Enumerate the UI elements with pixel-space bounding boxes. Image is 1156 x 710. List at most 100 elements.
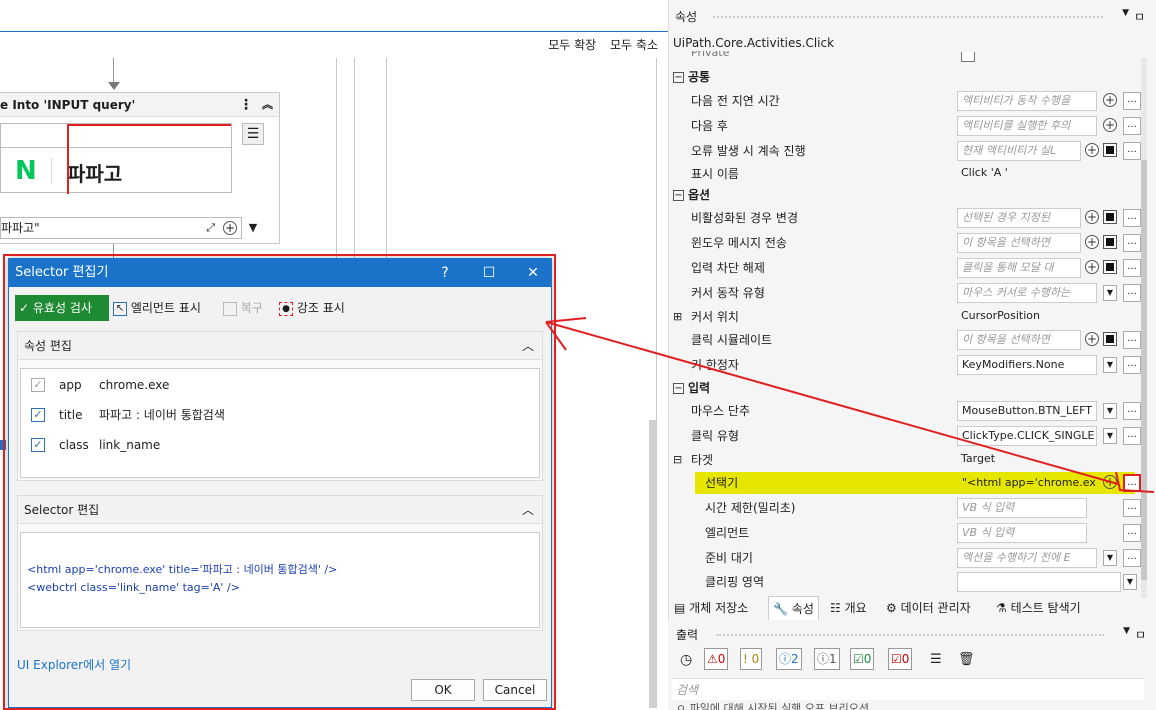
section-options[interactable]: − 옵션 bbox=[673, 184, 710, 206]
property-row-selector[interactable]: 선택기 "<html app='chrome.ex +... bbox=[673, 471, 1141, 495]
attribute-checkbox[interactable]: ✓ bbox=[31, 438, 45, 452]
ellipsis-button[interactable]: ... bbox=[1123, 234, 1141, 252]
property-row[interactable]: 다음 후 액티비티를 실행한 후의 +... bbox=[673, 114, 1141, 138]
property-value[interactable]: 액티비티를 실행한 후의 bbox=[957, 116, 1097, 136]
ui-explorer-link[interactable]: UI Explorer에서 열기 bbox=[17, 656, 131, 673]
private-checkbox[interactable] bbox=[961, 52, 975, 62]
dropdown-icon[interactable]: ▼ bbox=[1103, 550, 1117, 566]
plus-icon[interactable]: + bbox=[1085, 143, 1099, 157]
dropdown-icon[interactable]: ▼ bbox=[1103, 285, 1117, 301]
dropdown-icon[interactable]: ▼ bbox=[1123, 574, 1137, 590]
property-value[interactable]: Target bbox=[957, 450, 1097, 470]
ellipsis-button[interactable]: ... bbox=[1123, 209, 1141, 227]
dropdown-icon[interactable]: ▼ bbox=[242, 217, 264, 239]
plus-icon[interactable]: + bbox=[1085, 332, 1099, 346]
attribute-editor-header[interactable]: 속성 편집 ︿ bbox=[18, 332, 542, 360]
property-row[interactable]: 클리핑 영역 ▼ bbox=[673, 570, 1137, 594]
chevron-up-icon[interactable]: ︿ bbox=[522, 332, 534, 360]
dropdown-icon[interactable]: ▼ bbox=[1123, 626, 1130, 636]
ellipsis-button[interactable]: ... bbox=[1123, 142, 1141, 160]
repair-button[interactable]: 복구 bbox=[223, 295, 273, 321]
close-icon[interactable]: ✕ bbox=[513, 259, 553, 287]
property-value[interactable]: 이 항목을 선택하면 bbox=[957, 233, 1081, 253]
property-row[interactable]: 표시 이름 Click 'A ' bbox=[673, 162, 1137, 186]
attribute-checkbox[interactable]: ✓ bbox=[31, 378, 45, 392]
ellipsis-button[interactable]: ... bbox=[1123, 331, 1141, 349]
plus-icon[interactable]: + bbox=[1103, 93, 1117, 107]
trash-icon[interactable]: 🗑 bbox=[958, 652, 975, 667]
ellipsis-button[interactable]: ... bbox=[1123, 92, 1141, 110]
property-row[interactable]: 마우스 단추 MouseButton.BTN_LEFT ▼... bbox=[673, 399, 1141, 423]
failed-filter[interactable]: ☑0 bbox=[888, 648, 913, 670]
ellipsis-button[interactable]: ... bbox=[1123, 259, 1141, 277]
warning-filter[interactable]: ! 0 bbox=[740, 648, 763, 670]
collapse-all-button[interactable]: 모두 축소 bbox=[610, 38, 658, 52]
property-value[interactable]: MouseButton.BTN_LEFT bbox=[957, 401, 1097, 421]
dropdown-icon[interactable]: ▼ bbox=[1103, 428, 1117, 444]
properties-scroll-thumb[interactable] bbox=[1141, 160, 1147, 580]
property-value[interactable]: 선택된 경우 지정된 bbox=[957, 208, 1081, 228]
cancel-button[interactable]: Cancel bbox=[483, 679, 547, 701]
plus-icon[interactable]: + bbox=[1085, 210, 1099, 224]
dropdown-icon[interactable]: ▼ bbox=[1103, 403, 1117, 419]
collapse-box-icon[interactable]: − bbox=[673, 72, 684, 83]
plus-icon[interactable]: + bbox=[1103, 118, 1117, 132]
type-into-activity[interactable]: e Into 'INPUT query' ⋮ ︽ N 파파고 ☰ 파파고" ⤢ … bbox=[0, 92, 280, 244]
ellipsis-button[interactable]: ... bbox=[1123, 117, 1141, 135]
more-menu-icon[interactable]: ⋮ bbox=[239, 93, 253, 117]
collapse-box-icon[interactable]: − bbox=[673, 190, 684, 201]
collapse-icon[interactable]: ︽ bbox=[262, 93, 273, 117]
trace-filter[interactable]: ⓘ1 bbox=[814, 648, 840, 670]
ellipsis-button[interactable]: ... bbox=[1123, 356, 1141, 374]
ok-button[interactable]: OK bbox=[411, 679, 475, 701]
tab-test-explorer[interactable]: ⚗ 테스트 탐색기 bbox=[996, 596, 1081, 620]
checkbox-square[interactable] bbox=[1103, 210, 1117, 224]
section-input[interactable]: − 입력 bbox=[673, 377, 710, 399]
maximize-icon[interactable]: ☐ bbox=[469, 259, 509, 287]
property-row[interactable]: 엘리먼트 VB 식 입력... bbox=[673, 521, 1141, 545]
tab-outline[interactable]: ☷ 개요 bbox=[830, 596, 867, 620]
output-search-input[interactable]: 검색 bbox=[672, 678, 1144, 700]
section-common[interactable]: − 공통 bbox=[673, 66, 710, 88]
chevron-up-icon[interactable]: ︿ bbox=[522, 496, 534, 524]
ellipsis-button[interactable]: ... bbox=[1123, 549, 1141, 567]
property-value[interactable] bbox=[957, 572, 1121, 592]
ellipsis-button[interactable]: ... bbox=[1123, 524, 1141, 542]
checkbox-square[interactable] bbox=[1103, 260, 1117, 274]
collapse-box-icon[interactable]: ⊟ bbox=[673, 448, 682, 472]
property-row[interactable]: 다음 전 지연 시간 액티비티가 동작 수행을 +... bbox=[673, 89, 1141, 113]
plus-icon[interactable]: + bbox=[1103, 475, 1117, 489]
clock-icon[interactable]: ◷ bbox=[680, 652, 692, 668]
property-row[interactable]: 시간 제한(밀리초) VB 식 입력... bbox=[673, 496, 1141, 520]
checkbox-square[interactable] bbox=[1103, 332, 1117, 346]
pin-icon[interactable]: ㅁ bbox=[1134, 8, 1145, 25]
collapse-box-icon[interactable]: − bbox=[673, 383, 684, 394]
tab-data-manager[interactable]: ⚙ 데이터 관리자 bbox=[886, 596, 971, 620]
checkbox-square[interactable] bbox=[1103, 143, 1117, 157]
show-element-button[interactable]: ↖ 엘리먼트 표시 bbox=[113, 295, 217, 321]
dropdown-icon[interactable]: ▼ bbox=[1103, 357, 1117, 373]
property-value[interactable]: Click 'A ' bbox=[957, 164, 1097, 184]
canvas-scrollbar[interactable] bbox=[649, 420, 657, 708]
ellipsis-button[interactable]: ... bbox=[1123, 499, 1141, 517]
property-value[interactable]: KeyModifiers.None bbox=[957, 355, 1097, 375]
ellipsis-button[interactable]: ... bbox=[1123, 427, 1141, 445]
error-filter[interactable]: ⚠0 bbox=[704, 648, 729, 670]
property-value[interactable]: 현재 액티비티가 실L bbox=[957, 141, 1081, 161]
property-row[interactable]: 클릭 유형 ClickType.CLICK_SINGLE ▼... bbox=[673, 424, 1141, 448]
selector-text-area[interactable]: <html app='chrome.exe' title='파파고 : 네이버 … bbox=[20, 532, 540, 628]
validate-button[interactable]: ✓ 유효성 검사 bbox=[15, 295, 109, 321]
ellipsis-button[interactable]: ... bbox=[1123, 402, 1141, 420]
property-row[interactable]: 윈도우 메시지 전송 이 항목을 선택하면 +... bbox=[673, 231, 1141, 255]
ellipsis-button[interactable]: ... bbox=[1123, 474, 1141, 492]
property-value[interactable]: 액티비티가 동작 수행을 bbox=[957, 91, 1097, 111]
property-row[interactable]: 키 한정자 KeyModifiers.None ▼... bbox=[673, 353, 1141, 377]
attribute-checkbox[interactable]: ✓ bbox=[31, 408, 45, 422]
property-value[interactable]: 마우스 커서로 수행하는 bbox=[957, 283, 1097, 303]
property-value[interactable]: 클릭을 통해 모달 대 bbox=[957, 258, 1081, 278]
property-row-target[interactable]: ⊟ 타겟 Target bbox=[673, 448, 1137, 472]
property-row[interactable]: 오류 발생 시 계속 진행 현재 액티비티가 실L +... bbox=[673, 139, 1141, 163]
tab-properties[interactable]: 🔧 속성 bbox=[768, 596, 819, 620]
tab-object-repository[interactable]: ▤ 개체 저장소 bbox=[674, 596, 748, 620]
property-value[interactable]: ClickType.CLICK_SINGLE bbox=[957, 426, 1097, 446]
